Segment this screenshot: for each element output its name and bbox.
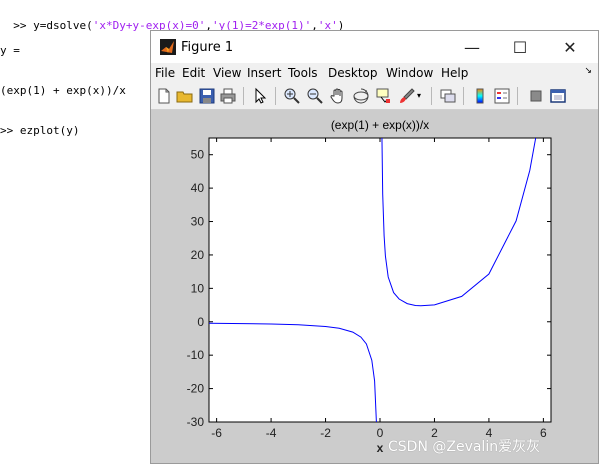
save-icon[interactable]: [198, 87, 216, 105]
pan-hand-icon[interactable]: [329, 87, 347, 105]
menu-help[interactable]: Help: [441, 66, 468, 80]
menu-view[interactable]: View: [213, 66, 241, 80]
open-file-icon[interactable]: [176, 87, 194, 105]
menu-window[interactable]: Window: [386, 66, 433, 80]
close-button[interactable]: ✕: [547, 31, 593, 63]
maximize-button[interactable]: ☐: [497, 31, 543, 63]
y-tick-label: 30: [191, 215, 205, 229]
matlab-logo-icon: [160, 39, 176, 55]
link-plot-icon[interactable]: [439, 87, 457, 105]
y-tick-label: 20: [191, 248, 205, 262]
chart-title: (exp(1) + exp(x))/x: [331, 118, 429, 132]
brush-dropdown-icon[interactable]: ▾: [417, 91, 425, 109]
zoom-out-icon[interactable]: [306, 87, 324, 105]
y-tick-label: -10: [187, 348, 205, 362]
print-icon[interactable]: [219, 87, 237, 105]
cmd-prompt-text: >> y=dsolve(: [13, 19, 93, 32]
command-line-2: y =: [0, 44, 20, 57]
y-tick-label: 10: [191, 281, 205, 295]
axes[interactable]: -6 -4 -2 0 2 4 6-30-20-1001020304050(exp(1) + …: [187, 110, 552, 456]
x-axis-label: x: [377, 441, 384, 455]
edit-plot-arrow-icon[interactable]: [251, 87, 269, 105]
new-figure-icon[interactable]: [155, 87, 173, 105]
menu-bar: File Edit View Insert Tools Desktop Wind…: [151, 63, 598, 83]
menu-tools[interactable]: Tools: [288, 66, 318, 80]
hide-plot-tools-icon[interactable]: [527, 87, 545, 105]
y-tick-label: 50: [191, 148, 205, 162]
zoom-in-icon[interactable]: [283, 87, 301, 105]
data-cursor-icon[interactable]: [375, 87, 393, 105]
command-line-1: >> y=dsolve('x*Dy+y-exp(x)=0','y(1)=2*ex…: [0, 6, 344, 32]
figure-title: Figure 1: [181, 40, 234, 55]
colorbar-icon[interactable]: [471, 87, 489, 105]
toolbar-separator: [517, 87, 518, 105]
figure-titlebar[interactable]: Figure 1 — ☐ ✕: [151, 31, 598, 63]
y-tick-label: -20: [187, 382, 205, 396]
menu-overflow-icon[interactable]: ↘: [584, 66, 592, 76]
command-line-3: (exp(1) + exp(x))/x: [0, 84, 126, 97]
x-tick-label: -2: [320, 426, 331, 440]
x-tick-label: 6: [540, 426, 547, 440]
rotate-3d-icon[interactable]: [352, 87, 370, 105]
y-tick-label: 40: [191, 181, 205, 195]
menu-edit[interactable]: Edit: [182, 66, 205, 80]
minimize-button[interactable]: —: [449, 31, 495, 63]
figure-window: Figure 1 — ☐ ✕ File Edit View Insert Too…: [150, 30, 599, 464]
y-tick-label: -30: [187, 415, 205, 429]
menu-insert[interactable]: Insert: [247, 66, 281, 80]
axes-box: [208, 137, 552, 423]
csdn-watermark-text: CSDN @Zevalin爱灰灰: [388, 439, 541, 455]
menu-desktop[interactable]: Desktop: [328, 66, 378, 80]
y-tick-label: 0: [197, 315, 204, 329]
menu-file[interactable]: File: [155, 66, 175, 80]
toolbar-separator: [463, 87, 464, 105]
legend-icon[interactable]: [493, 87, 511, 105]
x-tick-label: -4: [266, 426, 277, 440]
toolbar-separator: [431, 87, 432, 105]
command-line-4: >> ezplot(y): [0, 124, 80, 137]
x-tick-label: 0: [377, 426, 384, 440]
toolbar-separator: [243, 87, 244, 105]
toolbar-separator: [275, 87, 276, 105]
figure-canvas: -6 -4 -2 0 2 4 6 -30 -20 -10 0 10 20 30 40 50 (exp(1) + …: [151, 110, 598, 463]
figure-toolbar: ▾: [151, 83, 598, 110]
plot-svg[interactable]: -6 -4 -2 0 2 4 6-30-20-1001020304050(exp(1) + …: [151, 110, 598, 464]
brush-icon[interactable]: [398, 87, 416, 105]
show-plot-tools-icon[interactable]: [549, 87, 567, 105]
x-tick-label: -6: [211, 426, 222, 440]
